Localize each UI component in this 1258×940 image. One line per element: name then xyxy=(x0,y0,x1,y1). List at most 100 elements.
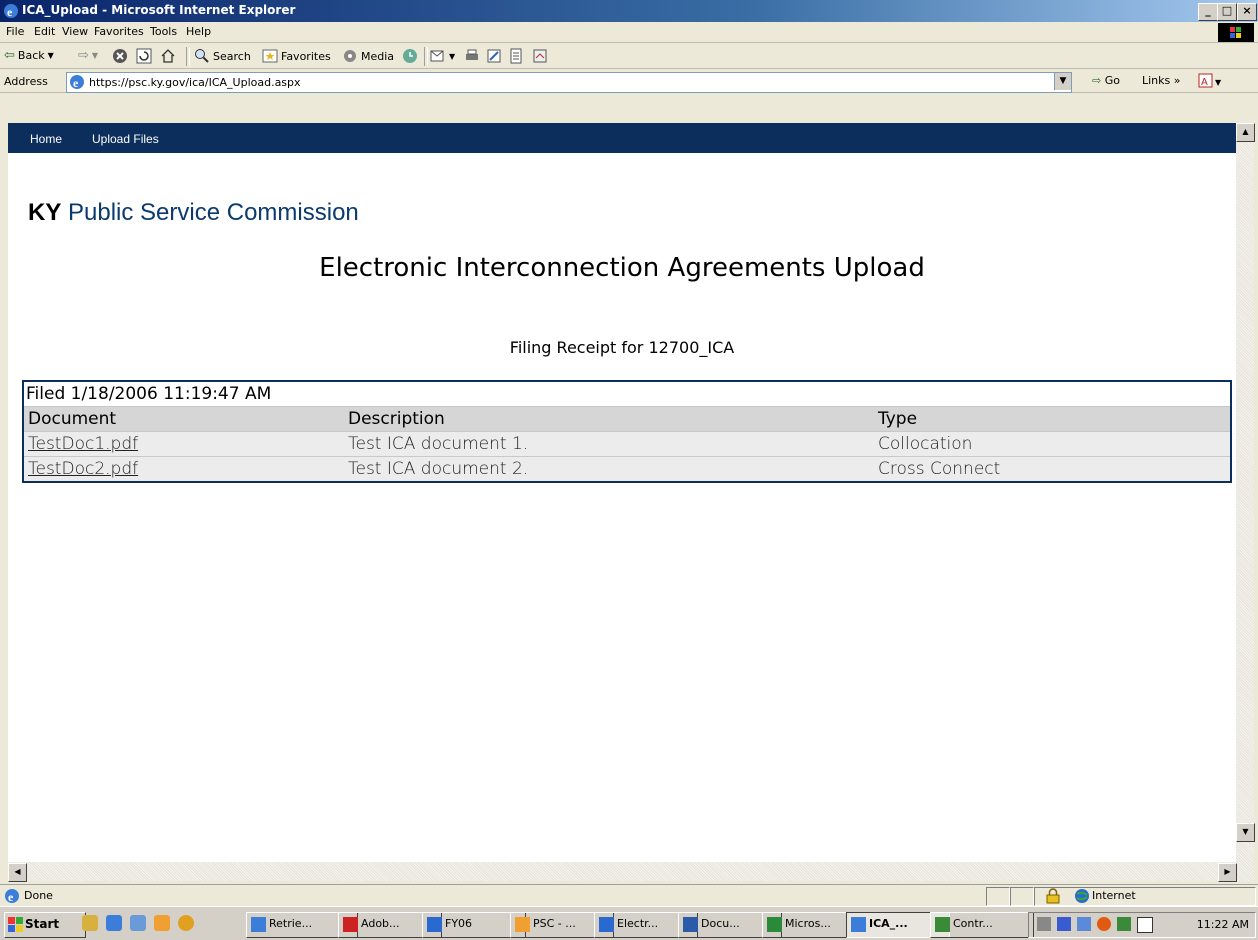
start-button[interactable]: Start xyxy=(4,912,86,938)
address-input[interactable]: e https://psc.ky.gov/ica/ICA_Upload.aspx… xyxy=(66,72,1072,93)
internet-explorer-icon: e xyxy=(4,4,18,19)
taskbar-item[interactable]: Contr... xyxy=(930,912,1034,938)
receipt-title: Filing Receipt for 12700_ICA xyxy=(509,338,735,357)
horizontal-scrollbar[interactable]: ◀ ▶ xyxy=(8,862,1237,882)
page-icon: e xyxy=(70,75,84,90)
update-icon[interactable] xyxy=(1097,917,1111,931)
explorer-icon xyxy=(427,917,442,932)
back-button[interactable]: ⇦ Back ▼ xyxy=(4,48,54,63)
go-button[interactable]: ⇨ Go xyxy=(1092,74,1120,87)
menu-tools[interactable]: Tools xyxy=(150,25,177,38)
internet-explorer-icon[interactable] xyxy=(106,915,122,931)
media-player-icon[interactable] xyxy=(178,915,194,931)
clock: 11:22 AM xyxy=(1196,918,1249,931)
document-description: Test ICA document 2. xyxy=(348,459,529,479)
document-link[interactable]: TestDoc1.pdf xyxy=(28,434,138,454)
chevron-down-icon: ▼ xyxy=(47,51,54,60)
minimize-button[interactable]: _ xyxy=(1198,3,1218,21)
document-type: Collocation xyxy=(878,434,973,454)
filing-receipt-table: Filed 1/18/2006 11:19:47 AM Document Des… xyxy=(22,380,1232,483)
print-button[interactable] xyxy=(464,48,480,64)
pdf-addon-icon[interactable]: A ▼ xyxy=(1198,73,1224,89)
search-icon xyxy=(195,49,209,63)
menu-help[interactable]: Help xyxy=(186,25,211,38)
status-bar: e Done Internet xyxy=(0,884,1258,906)
zone-label: Internet xyxy=(1092,889,1136,902)
links-label: Links xyxy=(1142,74,1171,87)
shield-icon[interactable] xyxy=(1057,917,1071,931)
discuss-button[interactable] xyxy=(508,48,524,64)
vertical-scrollbar[interactable]: ▲ ▼ xyxy=(1236,123,1255,881)
scroll-up-button[interactable]: ▲ xyxy=(1236,123,1255,142)
brand-prefix: KY xyxy=(28,199,62,226)
address-label: Address xyxy=(4,75,48,88)
restore-button[interactable]: □ xyxy=(1217,3,1237,21)
column-header-document: Document xyxy=(28,409,117,429)
antivirus-icon[interactable] xyxy=(1117,917,1131,931)
menu-bar: File Edit View Favorites Tools Help xyxy=(0,22,1258,43)
system-tray: 11:22 AM xyxy=(1028,912,1256,938)
back-label: Back xyxy=(17,49,45,62)
edit-button[interactable] xyxy=(486,48,502,64)
research-button[interactable] xyxy=(532,48,548,64)
search-button[interactable]: Search xyxy=(194,48,251,64)
scroll-left-button[interactable]: ◀ xyxy=(8,863,27,882)
chevron-down-icon: ▼ xyxy=(91,51,99,60)
task-label: Retrie... xyxy=(269,917,313,930)
site-nav-bar: Home Upload Files xyxy=(8,123,1236,153)
svg-text:▼: ▼ xyxy=(1215,78,1222,87)
task-label: Contr... xyxy=(953,917,993,930)
table-row: TestDoc1.pdf Test ICA document 1. Colloc… xyxy=(24,431,1230,456)
task-label: FY06 xyxy=(445,917,473,930)
scroll-right-button[interactable]: ▶ xyxy=(1218,863,1237,882)
page-title: Electronic Interconnection Agreements Up… xyxy=(319,253,925,283)
lock-icon xyxy=(1046,888,1060,904)
status-text: Done xyxy=(24,889,53,902)
network-icon[interactable] xyxy=(1077,917,1091,931)
mail-icon xyxy=(430,50,444,62)
research-icon xyxy=(533,49,547,63)
outlook-icon[interactable] xyxy=(130,915,146,931)
site-brand: KY Public Service Commission xyxy=(28,199,359,227)
task-label: Electr... xyxy=(617,917,659,930)
links-button[interactable]: Links » xyxy=(1142,74,1181,87)
home-button[interactable] xyxy=(160,48,176,64)
windows-logo-icon xyxy=(1218,23,1254,42)
browser-viewport: Home Upload Files KY Public Service Comm… xyxy=(8,123,1236,870)
explorer-icon xyxy=(599,917,614,932)
mail-button[interactable]: ▼ xyxy=(430,48,455,64)
volume-icon[interactable] xyxy=(1037,917,1051,931)
stop-button[interactable] xyxy=(112,48,128,64)
chevron-right-icon: » xyxy=(1173,74,1181,87)
close-button[interactable]: × xyxy=(1237,3,1257,21)
table-header-row: Document Description Type xyxy=(24,406,1230,431)
nav-upload-files-link[interactable]: Upload Files xyxy=(92,132,159,146)
menu-view[interactable]: View xyxy=(62,25,88,38)
menu-edit[interactable]: Edit xyxy=(34,25,55,38)
zone-panel xyxy=(1034,887,1256,906)
clock-app-icon[interactable] xyxy=(154,915,170,931)
acrobat-icon xyxy=(343,917,358,932)
media-button[interactable]: Media xyxy=(342,48,394,64)
forward-button[interactable]: ⇨ ▼ xyxy=(78,48,98,63)
favorites-button[interactable]: Favorites xyxy=(262,48,331,64)
window-title: ICA_Upload - Microsoft Internet Explorer xyxy=(22,3,296,17)
svg-text:e: e xyxy=(8,890,14,904)
toolbar-separator xyxy=(424,47,428,66)
address-url: https://psc.ky.gov/ica/ICA_Upload.aspx xyxy=(89,76,301,89)
app-icon xyxy=(515,917,530,932)
document-link[interactable]: TestDoc2.pdf xyxy=(28,459,138,479)
refresh-button[interactable] xyxy=(136,48,152,64)
menu-favorites[interactable]: Favorites xyxy=(94,25,144,38)
menu-file[interactable]: File xyxy=(6,25,24,38)
address-dropdown-icon[interactable]: ▼ xyxy=(1054,73,1071,90)
word-icon xyxy=(683,917,698,932)
favorites-label: Favorites xyxy=(281,49,331,63)
nav-home-link[interactable]: Home xyxy=(30,132,62,146)
mail-icon[interactable] xyxy=(1137,917,1153,933)
browser-icon xyxy=(851,917,866,932)
show-desktop-icon[interactable] xyxy=(82,915,98,931)
home-icon xyxy=(161,49,175,63)
history-button[interactable] xyxy=(402,48,418,64)
scroll-down-button[interactable]: ▼ xyxy=(1236,823,1255,842)
